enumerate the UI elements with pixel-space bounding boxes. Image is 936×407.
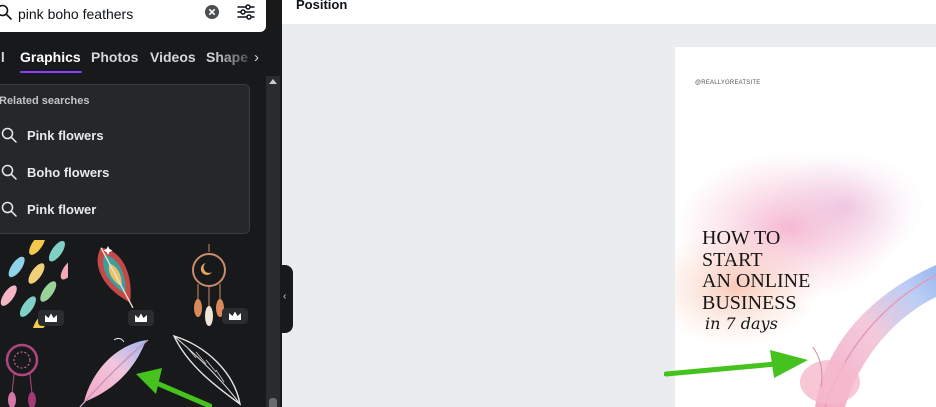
related-searches-dropdown: Related searches Pink flowers Boho flowe… — [0, 84, 250, 234]
scroll-up-icon[interactable] — [269, 79, 277, 84]
related-search-item[interactable]: Pink flower — [0, 194, 243, 224]
side-panel: pink boho feathers ll Graphics Photos Vi… — [0, 0, 282, 407]
design-handle-text[interactable]: @REALLYGREATSITE — [695, 80, 760, 86]
premium-badge — [128, 310, 154, 326]
headline-line: HOW TO — [702, 227, 781, 249]
related-search-item[interactable]: Boho flowers — [0, 157, 243, 187]
crown-icon — [229, 311, 241, 320]
design-headline[interactable]: HOW TO START AN ONLINE BUSINESS — [702, 227, 811, 314]
editor-toolbar: Position — [282, 0, 936, 24]
clear-search-icon[interactable] — [204, 4, 220, 20]
tab-graphics[interactable]: Graphics — [20, 49, 81, 65]
annotation-arrow — [136, 368, 212, 407]
search-input[interactable]: pink boho feathers — [18, 6, 133, 22]
result-thumbnail[interactable] — [84, 240, 148, 312]
crown-icon — [135, 313, 147, 322]
crown-icon — [45, 313, 57, 322]
search-icon — [0, 4, 12, 20]
collapse-panel-button[interactable]: ‹ — [280, 265, 293, 333]
search-bar[interactable]: pink boho feathers — [0, 0, 266, 32]
related-search-label: Boho flowers — [27, 165, 110, 180]
premium-badge — [38, 310, 64, 326]
related-search-label: Pink flowers — [27, 128, 104, 143]
premium-badge — [222, 308, 248, 324]
search-icon — [1, 164, 17, 180]
annotation-arrow — [664, 350, 808, 378]
graphics-results-grid — [0, 240, 266, 407]
tab-videos[interactable]: Videos — [150, 49, 196, 65]
headline-line: BUSINESS — [702, 291, 797, 314]
design-subtitle[interactable]: in 7 days — [705, 314, 778, 333]
position-button[interactable]: Position — [296, 0, 347, 12]
related-search-label: Pink flower — [27, 202, 97, 217]
chevron-left-icon: ‹ — [283, 291, 287, 302]
active-tab-indicator — [20, 71, 82, 73]
results-scrollbar[interactable] — [266, 76, 280, 407]
filter-icon[interactable] — [236, 2, 256, 22]
tab-photos[interactable]: Photos — [91, 49, 138, 65]
headline-line: START — [702, 248, 763, 271]
related-searches-title: Related searches — [0, 95, 90, 107]
tab-all[interactable]: ll — [0, 49, 5, 65]
related-search-item[interactable]: Pink flowers — [0, 120, 243, 150]
headline-line: AN ONLINE — [702, 270, 811, 292]
tabs-fade — [214, 44, 282, 74]
search-icon — [1, 201, 17, 217]
scroll-thumb[interactable] — [269, 398, 277, 407]
chevron-right-icon[interactable]: › — [254, 49, 259, 66]
search-icon — [1, 127, 17, 143]
result-thumbnail[interactable] — [0, 334, 46, 407]
result-type-tabs: ll Graphics Photos Videos Shape › — [0, 44, 282, 74]
